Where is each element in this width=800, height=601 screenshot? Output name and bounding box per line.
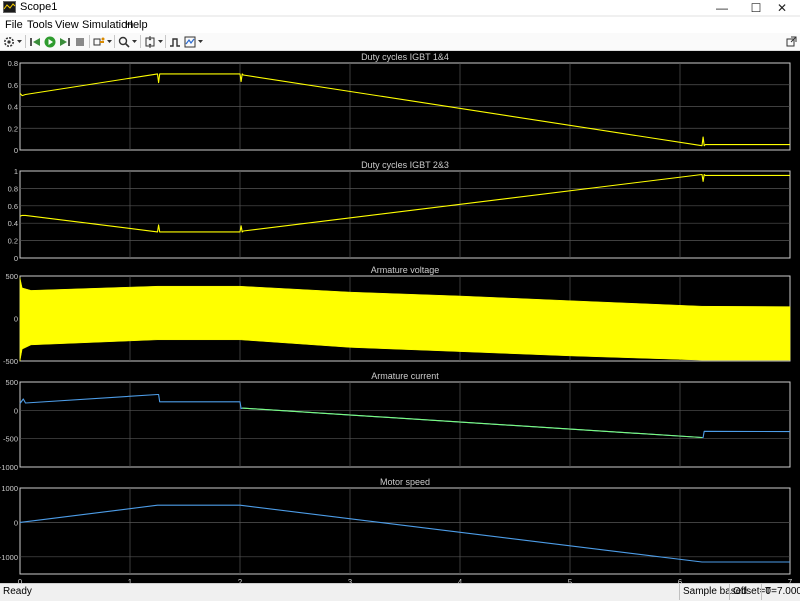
minimize-icon: —: [716, 0, 728, 15]
status-divider: [729, 584, 730, 600]
y-tick-label: 1: [14, 167, 18, 176]
menu-file[interactable]: File: [5, 18, 23, 32]
y-tick-label: 0: [14, 254, 18, 263]
maximize-icon: ☐: [750, 0, 762, 15]
zoom-button[interactable]: [117, 34, 131, 49]
run-button[interactable]: [43, 34, 57, 49]
y-tick-label: 0.4: [8, 103, 18, 112]
undock-icon: [786, 36, 796, 47]
status-divider: [761, 584, 762, 600]
highlight-dropdown[interactable]: [106, 34, 112, 49]
zoom-dropdown[interactable]: [131, 34, 137, 49]
minimize-button[interactable]: —: [706, 0, 738, 15]
plot-title: Duty cycles IGBT 2&3: [361, 160, 449, 170]
plot-title: Armature current: [371, 371, 439, 381]
zoom-icon: [118, 36, 130, 48]
run-icon: [44, 36, 56, 47]
triggers-button[interactable]: [168, 34, 182, 49]
y-tick-label: -500: [3, 357, 18, 366]
toolbar: [0, 33, 800, 51]
stop-icon: [76, 37, 84, 46]
measurements-dropdown[interactable]: [197, 34, 203, 49]
toolbar-separator: [165, 35, 166, 48]
y-tick-label: 0.8: [8, 184, 18, 193]
fit-to-view-button[interactable]: [143, 34, 157, 49]
step-forward-icon: [60, 37, 70, 46]
plot-title: Duty cycles IGBT 1&4: [361, 52, 449, 62]
menu-bar: File Tools View Simulation Help: [0, 17, 800, 33]
menu-view[interactable]: View: [55, 18, 79, 32]
dropdown-icon: [157, 39, 163, 43]
toolbar-separator: [114, 35, 115, 48]
scope-plots: Duty cycles IGBT 1&4 0 0.2 0.4 0.6 0.8 Duty cy…: [0, 52, 793, 587]
status-bar: Ready Sample based Offset=0 T=7.000: [0, 583, 800, 601]
toolbar-separator: [89, 35, 90, 48]
title-bar: Scope1 — ☐ ✕: [0, 0, 800, 15]
status-time: T=7.000: [765, 586, 800, 597]
close-icon: ✕: [776, 0, 788, 15]
plot-axes-box: [19, 487, 791, 575]
highlight-icon: [93, 37, 105, 45]
menu-tools[interactable]: Tools: [27, 18, 53, 32]
scope-display: Duty cycles IGBT 1&4 0 0.2 0.4 0.6 0.8 Duty cy…: [0, 51, 800, 587]
toolbar-separator: [140, 35, 141, 48]
y-tick-label: 500: [5, 272, 18, 281]
status-divider: [679, 584, 680, 600]
dropdown-icon: [106, 39, 112, 43]
y-tick-label: 0: [14, 406, 18, 415]
settings-button[interactable]: [2, 34, 16, 49]
y-tick-label: 0: [14, 518, 18, 527]
y-tick-label: 0.4: [8, 219, 18, 228]
y-tick-label: 0: [14, 146, 18, 155]
undock-button[interactable]: [784, 34, 798, 49]
toolbar-separator: [25, 35, 26, 48]
fit-icon: [145, 35, 155, 48]
plot-axes-box: [19, 170, 791, 259]
plot-title: Armature voltage: [371, 265, 440, 275]
y-tick-label: 1000: [1, 484, 18, 493]
settings-dropdown[interactable]: [16, 34, 22, 49]
dropdown-icon: [16, 39, 22, 43]
status-ready: Ready: [3, 586, 32, 597]
y-tick-label: 0.6: [8, 81, 18, 90]
y-tick-label: -1000: [0, 463, 18, 472]
dropdown-icon: [197, 39, 203, 43]
measurements-button[interactable]: [183, 34, 197, 49]
settings-icon: [4, 36, 14, 47]
measurements-icon: [184, 36, 196, 47]
scope-app-icon: [3, 1, 16, 13]
close-button[interactable]: ✕: [766, 0, 798, 15]
y-tick-label: 500: [5, 378, 18, 387]
fit-dropdown[interactable]: [157, 34, 163, 49]
y-tick-label: 0.2: [8, 124, 18, 133]
plot-title: Motor speed: [380, 477, 430, 487]
y-tick-label: 0.2: [8, 237, 18, 246]
stop-button[interactable]: [73, 34, 87, 49]
y-tick-label: 0.6: [8, 202, 18, 211]
step-back-icon: [30, 37, 40, 46]
triggers-icon: [170, 37, 180, 47]
y-tick-label: 0.8: [8, 59, 18, 68]
plot-axes-box: [19, 381, 791, 468]
y-tick-label: 0: [14, 315, 18, 324]
y-tick-label: -500: [3, 435, 18, 444]
window-title: Scope1: [20, 1, 58, 13]
menu-help[interactable]: Help: [125, 18, 148, 32]
step-back-button[interactable]: [28, 34, 42, 49]
dropdown-icon: [131, 39, 137, 43]
y-tick-label: -1000: [0, 553, 18, 562]
step-forward-button[interactable]: [58, 34, 72, 49]
highlight-block-button[interactable]: [92, 34, 106, 49]
